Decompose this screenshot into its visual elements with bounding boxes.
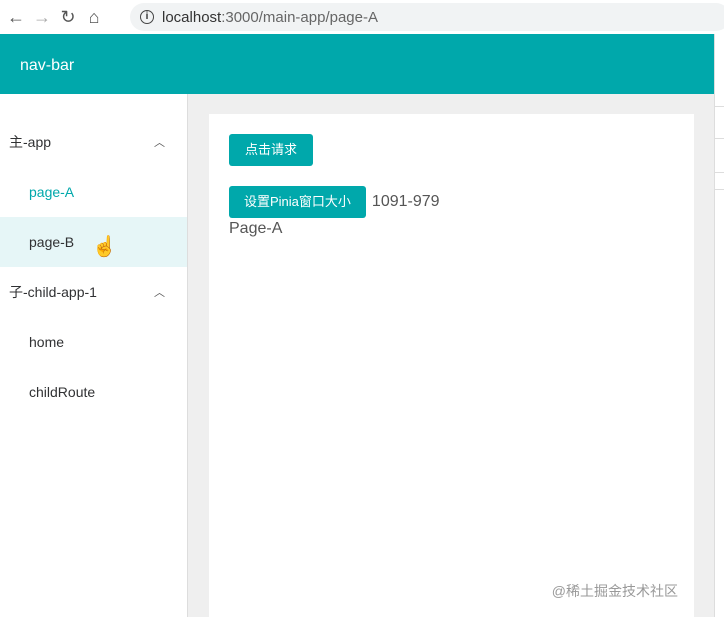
main-content: 点击请求 设置Pinia窗口大小 1091-979 Page-A @稀土掘金技术… xyxy=(209,114,694,617)
reload-icon[interactable]: ↻ xyxy=(58,7,78,28)
set-window-size-button[interactable]: 设置Pinia窗口大小 xyxy=(229,186,366,218)
nav-bar: nav-bar xyxy=(0,34,714,94)
chevron-up-icon: ︿ xyxy=(154,287,165,299)
devtools-panel-edge xyxy=(714,34,724,617)
menu-group-child-app-1[interactable]: 子-child-app-1 ︿ xyxy=(0,267,187,317)
request-button[interactable]: 点击请求 xyxy=(229,134,314,166)
chevron-up-icon: ︿ xyxy=(154,137,165,149)
url-path: :3000/main-app/page-A xyxy=(221,8,378,26)
browser-toolbar: ← → ↻ ⌂ i localhost:3000/main-app/page-A xyxy=(0,0,724,34)
nav-bar-title: nav-bar xyxy=(20,57,75,74)
address-bar[interactable]: i localhost:3000/main-app/page-A xyxy=(130,3,724,31)
back-icon[interactable]: ← xyxy=(6,7,26,28)
menu-item-label: childRoute xyxy=(29,384,96,400)
menu-item-label: home xyxy=(29,334,65,350)
sidebar: 主-app ︿ page-A page-B 子-child-app-1 ︿ home… xyxy=(0,94,188,617)
menu-group-main-app[interactable]: 主-app ︿ xyxy=(0,117,187,167)
menu-item-child-route[interactable]: childRoute xyxy=(0,367,187,417)
menu-item-page-a[interactable]: page-A xyxy=(0,167,187,217)
url-host: localhost xyxy=(162,8,222,26)
layout: 主-app ︿ page-A page-B 子-child-app-1 ︿ home… xyxy=(0,94,714,617)
watermark: @稀土掘金技术社区 xyxy=(551,583,678,599)
menu-item-label: page-B xyxy=(29,234,75,250)
hand-cursor-icon: ☝ xyxy=(92,236,117,258)
window-size-value: 1091-979 xyxy=(371,193,440,210)
page-label: Page-A xyxy=(229,220,283,237)
menu-group-label: 主-app xyxy=(9,134,52,150)
menu-group-label: 子-child-app-1 xyxy=(9,284,97,300)
info-icon[interactable]: i xyxy=(140,10,154,24)
menu-item-home[interactable]: home xyxy=(0,317,187,367)
forward-icon[interactable]: → xyxy=(32,7,52,28)
home-icon[interactable]: ⌂ xyxy=(84,7,104,28)
menu-item-label: page-A xyxy=(29,184,75,200)
